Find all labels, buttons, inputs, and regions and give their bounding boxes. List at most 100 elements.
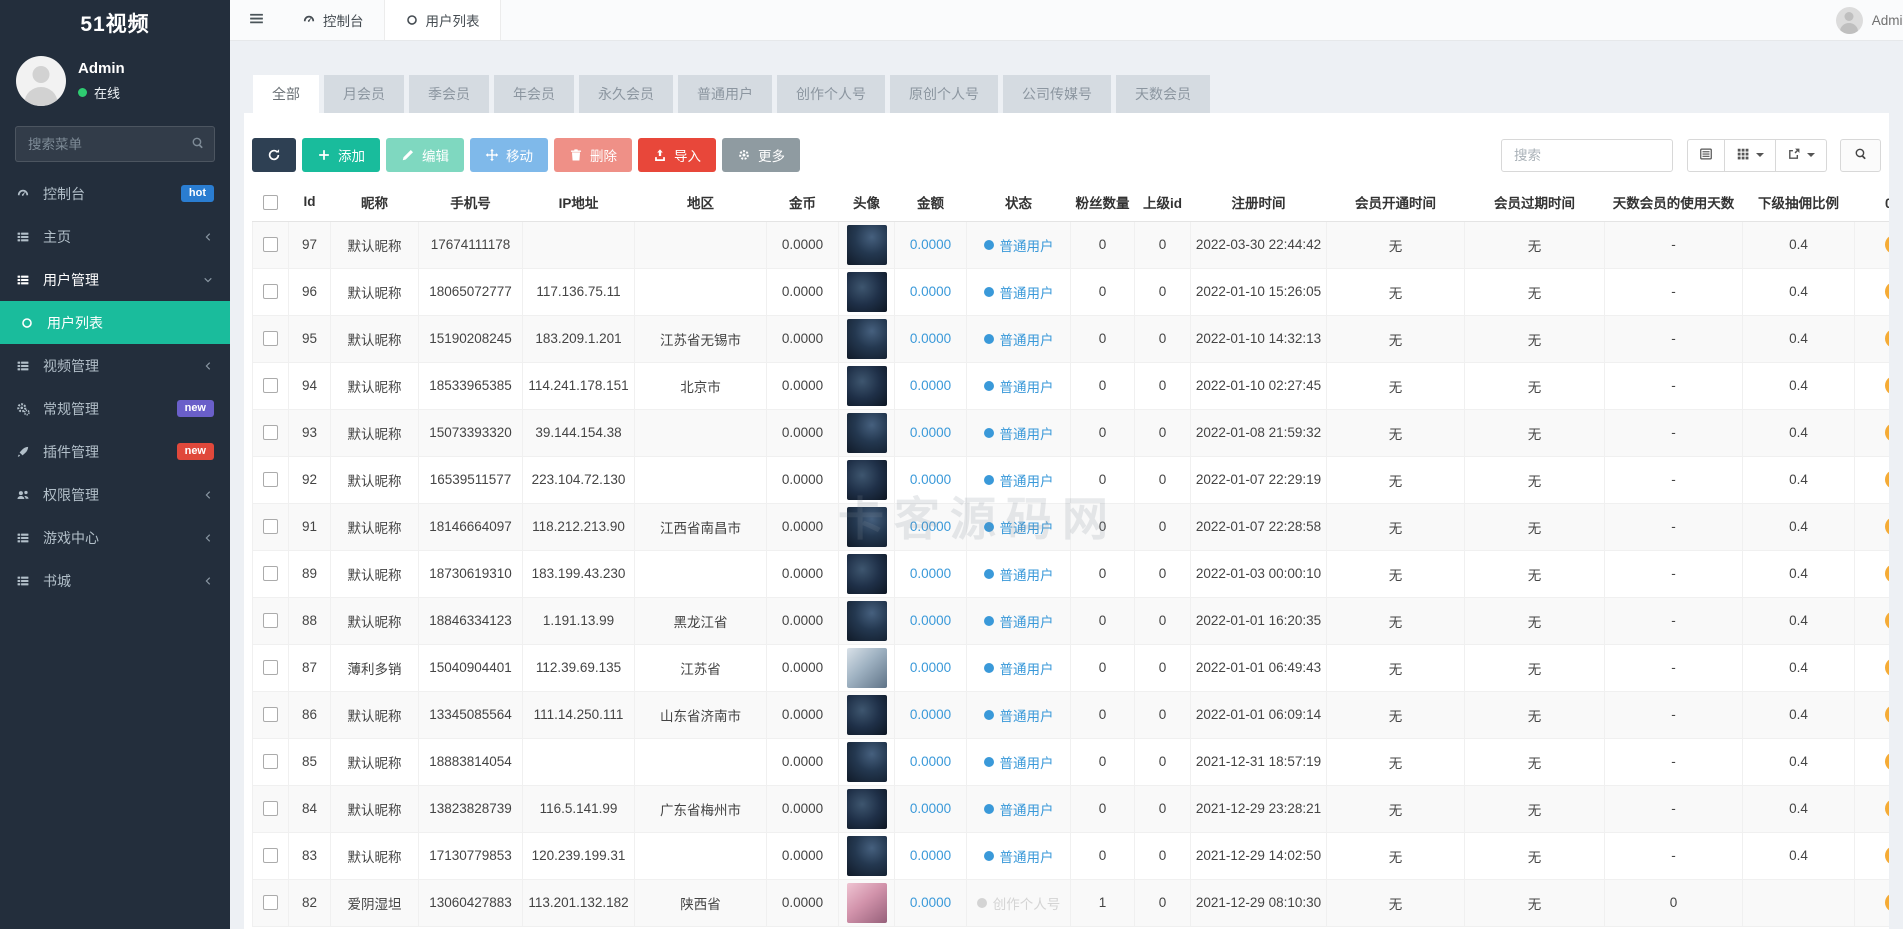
amount-link[interactable]: 0.0000 <box>910 848 951 863</box>
filter-tab-2[interactable]: 季会员 <box>409 75 489 113</box>
row-checkbox[interactable] <box>263 660 278 675</box>
filter-tab-8[interactable]: 公司传媒号 <box>1003 75 1111 113</box>
sidebar-item-general-mgmt[interactable]: 常规管理new <box>0 387 230 430</box>
columns-button[interactable] <box>1725 139 1776 172</box>
column-header[interactable]: 地区 <box>635 183 767 221</box>
filter-tab-6[interactable]: 创作个人号 <box>777 75 885 113</box>
row-checkbox[interactable] <box>263 566 278 581</box>
status-toggle[interactable] <box>1885 658 1889 677</box>
row-checkbox[interactable] <box>263 801 278 816</box>
advanced-search-button[interactable] <box>1840 139 1881 172</box>
topbar-user[interactable]: Admin <box>1836 0 1903 41</box>
filter-tab-0[interactable]: 全部 <box>253 75 319 113</box>
status-toggle[interactable] <box>1885 611 1889 630</box>
status-toggle[interactable] <box>1885 752 1889 771</box>
column-header[interactable]: 金币 <box>767 183 839 221</box>
filter-tab-9[interactable]: 天数会员 <box>1116 75 1210 113</box>
table-search-input[interactable] <box>1501 139 1673 172</box>
sidebar-search-input[interactable] <box>15 126 215 162</box>
filter-tab-1[interactable]: 月会员 <box>324 75 404 113</box>
status-toggle[interactable] <box>1885 329 1889 348</box>
amount-link[interactable]: 0.0000 <box>910 472 951 487</box>
filter-tab-4[interactable]: 永久会员 <box>579 75 673 113</box>
amount-link[interactable]: 0.0000 <box>910 801 951 816</box>
sidebar-item-permission-mgmt[interactable]: 权限管理 <box>0 473 230 516</box>
status-toggle[interactable] <box>1885 517 1889 536</box>
column-header[interactable]: 上级id <box>1135 183 1191 221</box>
sidebar-item-plugin-mgmt[interactable]: 插件管理new <box>0 430 230 473</box>
column-header[interactable]: 会员开通时间 <box>1327 183 1465 221</box>
move-button[interactable]: 移动 <box>470 138 548 172</box>
select-all-checkbox[interactable] <box>263 195 278 210</box>
amount-link[interactable]: 0.0000 <box>910 660 951 675</box>
row-checkbox[interactable] <box>263 425 278 440</box>
amount-link[interactable]: 0.0000 <box>910 331 951 346</box>
column-header[interactable]: 手机号 <box>419 183 523 221</box>
sidebar-item-console[interactable]: 控制台hot <box>0 172 230 215</box>
menu-toggle-button[interactable] <box>230 0 282 40</box>
status-toggle[interactable] <box>1885 893 1889 912</box>
amount-link[interactable]: 0.0000 <box>910 519 951 534</box>
topbar-tab-user-list[interactable]: 用户列表 <box>384 0 501 40</box>
sidebar-item-user-list[interactable]: 用户列表 <box>0 301 230 344</box>
column-header[interactable]: 注册时间 <box>1191 183 1327 221</box>
status-toggle[interactable] <box>1885 846 1889 865</box>
export-button[interactable] <box>1776 139 1827 172</box>
delete-button[interactable]: 删除 <box>554 138 632 172</box>
column-header[interactable]: 0=停 <box>1855 183 1890 221</box>
row-checkbox[interactable] <box>263 519 278 534</box>
row-checkbox[interactable] <box>263 472 278 487</box>
import-button[interactable]: 导入 <box>638 138 716 172</box>
column-header[interactable]: Id <box>289 183 331 221</box>
status-toggle[interactable] <box>1885 705 1889 724</box>
amount-link[interactable]: 0.0000 <box>910 566 951 581</box>
filter-tab-3[interactable]: 年会员 <box>494 75 574 113</box>
row-checkbox[interactable] <box>263 237 278 252</box>
sidebar-item-user-mgmt[interactable]: 用户管理 <box>0 258 230 301</box>
sidebar-item-video-mgmt[interactable]: 视频管理 <box>0 344 230 387</box>
row-checkbox[interactable] <box>263 284 278 299</box>
amount-link[interactable]: 0.0000 <box>910 895 951 910</box>
status-toggle[interactable] <box>1885 282 1889 301</box>
column-header[interactable]: 会员过期时间 <box>1465 183 1605 221</box>
amount-link[interactable]: 0.0000 <box>910 237 951 252</box>
topbar-tab-console[interactable]: 控制台 <box>282 0 384 40</box>
status-toggle[interactable] <box>1885 799 1889 818</box>
status-toggle[interactable] <box>1885 470 1889 489</box>
amount-link[interactable]: 0.0000 <box>910 425 951 440</box>
row-checkbox[interactable] <box>263 378 278 393</box>
row-checkbox[interactable] <box>263 613 278 628</box>
column-header[interactable]: 粉丝数量 <box>1071 183 1135 221</box>
amount-link[interactable]: 0.0000 <box>910 613 951 628</box>
row-checkbox[interactable] <box>263 331 278 346</box>
column-header[interactable]: 状态 <box>967 183 1071 221</box>
sidebar-item-game-center[interactable]: 游戏中心 <box>0 516 230 559</box>
row-checkbox[interactable] <box>263 895 278 910</box>
sidebar-item-home[interactable]: 主页 <box>0 215 230 258</box>
sidebar-item-book-city[interactable]: 书城 <box>0 559 230 602</box>
column-header[interactable]: 金额 <box>895 183 967 221</box>
column-header[interactable]: 昵称 <box>331 183 419 221</box>
filter-tab-7[interactable]: 原创个人号 <box>890 75 998 113</box>
row-checkbox[interactable] <box>263 707 278 722</box>
refresh-button[interactable] <box>252 138 296 172</box>
filter-tab-5[interactable]: 普通用户 <box>678 75 772 113</box>
status-toggle[interactable] <box>1885 423 1889 442</box>
status-toggle[interactable] <box>1885 376 1889 395</box>
amount-link[interactable]: 0.0000 <box>910 754 951 769</box>
status-toggle[interactable] <box>1885 235 1889 254</box>
edit-button[interactable]: 编辑 <box>386 138 464 172</box>
column-header[interactable]: 头像 <box>839 183 895 221</box>
row-checkbox[interactable] <box>263 848 278 863</box>
amount-link[interactable]: 0.0000 <box>910 707 951 722</box>
row-checkbox[interactable] <box>263 754 278 769</box>
more-button[interactable]: 更多 <box>722 138 800 172</box>
column-header[interactable]: 下级抽佣比例 <box>1743 183 1855 221</box>
toggle-view-button[interactable] <box>1687 139 1725 172</box>
column-header[interactable]: IP地址 <box>523 183 635 221</box>
amount-link[interactable]: 0.0000 <box>910 284 951 299</box>
column-header[interactable]: 天数会员的使用天数 <box>1605 183 1743 221</box>
amount-link[interactable]: 0.0000 <box>910 378 951 393</box>
add-button[interactable]: 添加 <box>302 138 380 172</box>
status-toggle[interactable] <box>1885 564 1889 583</box>
